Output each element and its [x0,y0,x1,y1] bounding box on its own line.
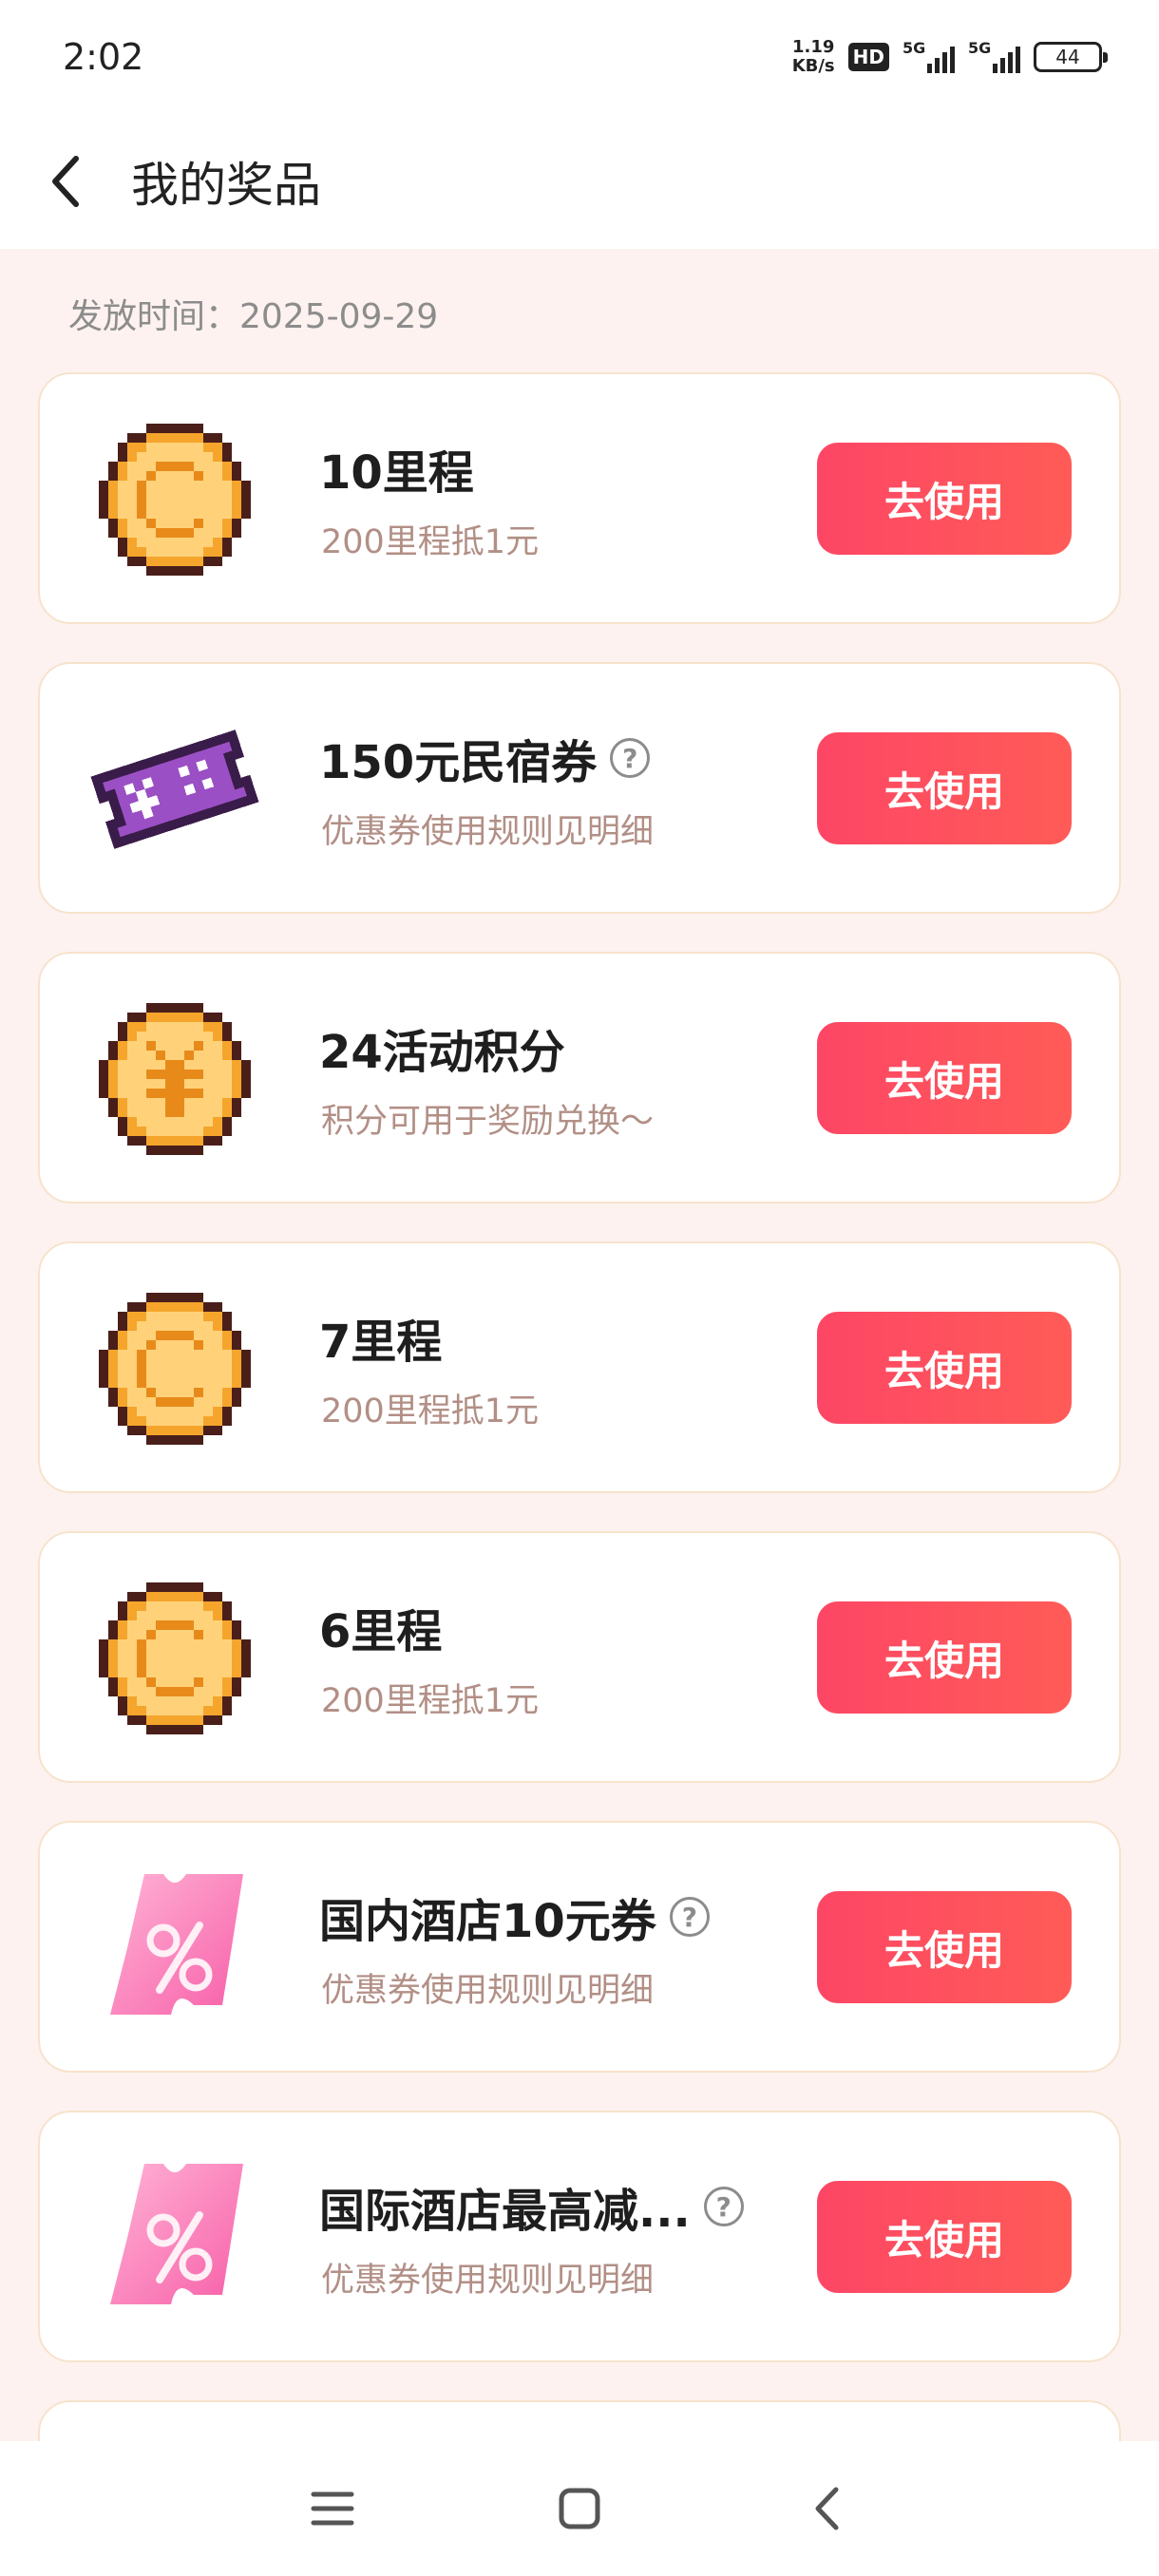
use-button[interactable]: 去使用 [817,2181,1072,2293]
pixel-coin-c-icon [89,1283,260,1454]
chevron-left-icon [52,156,79,207]
prize-desc: 优惠券使用规则见明细 [321,1972,655,2010]
back-nav-button[interactable] [788,2471,864,2547]
prize-desc: 200里程抵1元 [321,1682,540,1720]
issue-date: 发放时间：2025-09-29 [68,297,439,336]
prize-desc: 优惠券使用规则见明细 [321,2262,655,2300]
signal-type-label: 5G [902,39,926,57]
prize-name: 国际酒店最高减... ? [319,2173,744,2240]
menu-icon [311,2491,354,2526]
prize-name: 150元民宿券 ? [319,725,651,791]
prize-name: 国内酒店10元券 ? [319,1884,710,1950]
use-button[interactable]: 去使用 [817,1601,1072,1714]
prize-card: 国内酒店10元券 ? 优惠券使用规则见明细 去使用 [38,1821,1121,2073]
prize-card: 10里程 200里程抵1元 去使用 [38,372,1121,624]
help-icon[interactable]: ? [669,1897,710,1937]
signal-icon: 5G [902,39,955,73]
prize-desc: 积分可用于奖励兑换～ [321,1103,655,1141]
prize-name-text: 7里程 [319,1316,443,1369]
prize-name-text: 国内酒店10元券 [319,1895,656,1948]
prize-desc: 200里程抵1元 [321,1392,540,1430]
battery-icon: 44 [1034,42,1108,72]
help-icon[interactable]: ? [610,738,651,778]
network-speed-value: 1.19 [791,37,835,57]
system-nav-bar [0,2441,1159,2576]
pink-coupon-icon [89,2152,260,2323]
pixel-ticket-yen-icon [89,704,260,875]
network-speed-unit: KB/s [791,56,835,76]
prize-name-text: 24活动积分 [319,1026,565,1079]
signal-icon: 5G [968,39,1020,73]
prize-name: 6里程 [319,1594,442,1660]
pixel-coin-c-icon [89,1573,260,1744]
use-button[interactable]: 去使用 [817,1312,1072,1424]
status-time: 2:02 [63,36,144,78]
signal-type-label: 5G [968,39,992,57]
pixel-coin-yen-icon [89,994,260,1165]
use-button[interactable]: 去使用 [817,443,1072,555]
pink-coupon-icon [89,1863,260,2034]
prize-card: 150元民宿券 ? 优惠券使用规则见明细 去使用 [38,662,1121,914]
prize-card: 24活动积分 积分可用于奖励兑换～ 去使用 [38,952,1121,1203]
chevron-left-icon [815,2487,839,2530]
prize-name: 7里程 [319,1304,442,1371]
status-bar: 2:02 1.19 KB/s HD 5G 5G 44 [0,0,1159,114]
menu-button[interactable] [294,2471,370,2547]
prize-name: 24活动积分 [319,1014,565,1081]
status-icons: 1.19 KB/s HD 5G 5G 44 [792,38,1108,76]
use-button[interactable]: 去使用 [817,1022,1072,1134]
network-speed: 1.19 KB/s [792,38,835,76]
prize-name-text: 国际酒店最高减... [319,2185,691,2238]
prize-card: 7里程 200里程抵1元 去使用 [38,1241,1121,1493]
prize-name-text: 150元民宿券 [319,736,598,789]
page-title: 我的奖品 [131,158,321,213]
help-icon[interactable]: ? [703,2187,744,2226]
prize-card: 6里程 200里程抵1元 去使用 [38,1531,1121,1783]
home-button[interactable] [542,2471,618,2547]
app-header: 我的奖品 [0,114,1159,249]
prize-name: 10里程 [319,435,474,502]
prize-name-text: 6里程 [319,1605,443,1658]
use-button[interactable]: 去使用 [817,732,1072,844]
prize-desc: 优惠券使用规则见明细 [321,813,655,851]
use-button[interactable]: 去使用 [817,1891,1072,2003]
hd-icon: HD [847,43,889,71]
prize-name-text: 10里程 [319,446,474,500]
battery-level: 44 [1055,46,1080,68]
home-square-icon [559,2488,600,2529]
pixel-coin-c-icon [89,414,260,585]
back-button[interactable] [36,153,93,210]
prize-desc: 200里程抵1元 [321,523,540,561]
prize-card: 国际酒店最高减... ? 优惠券使用规则见明细 去使用 [38,2111,1121,2362]
